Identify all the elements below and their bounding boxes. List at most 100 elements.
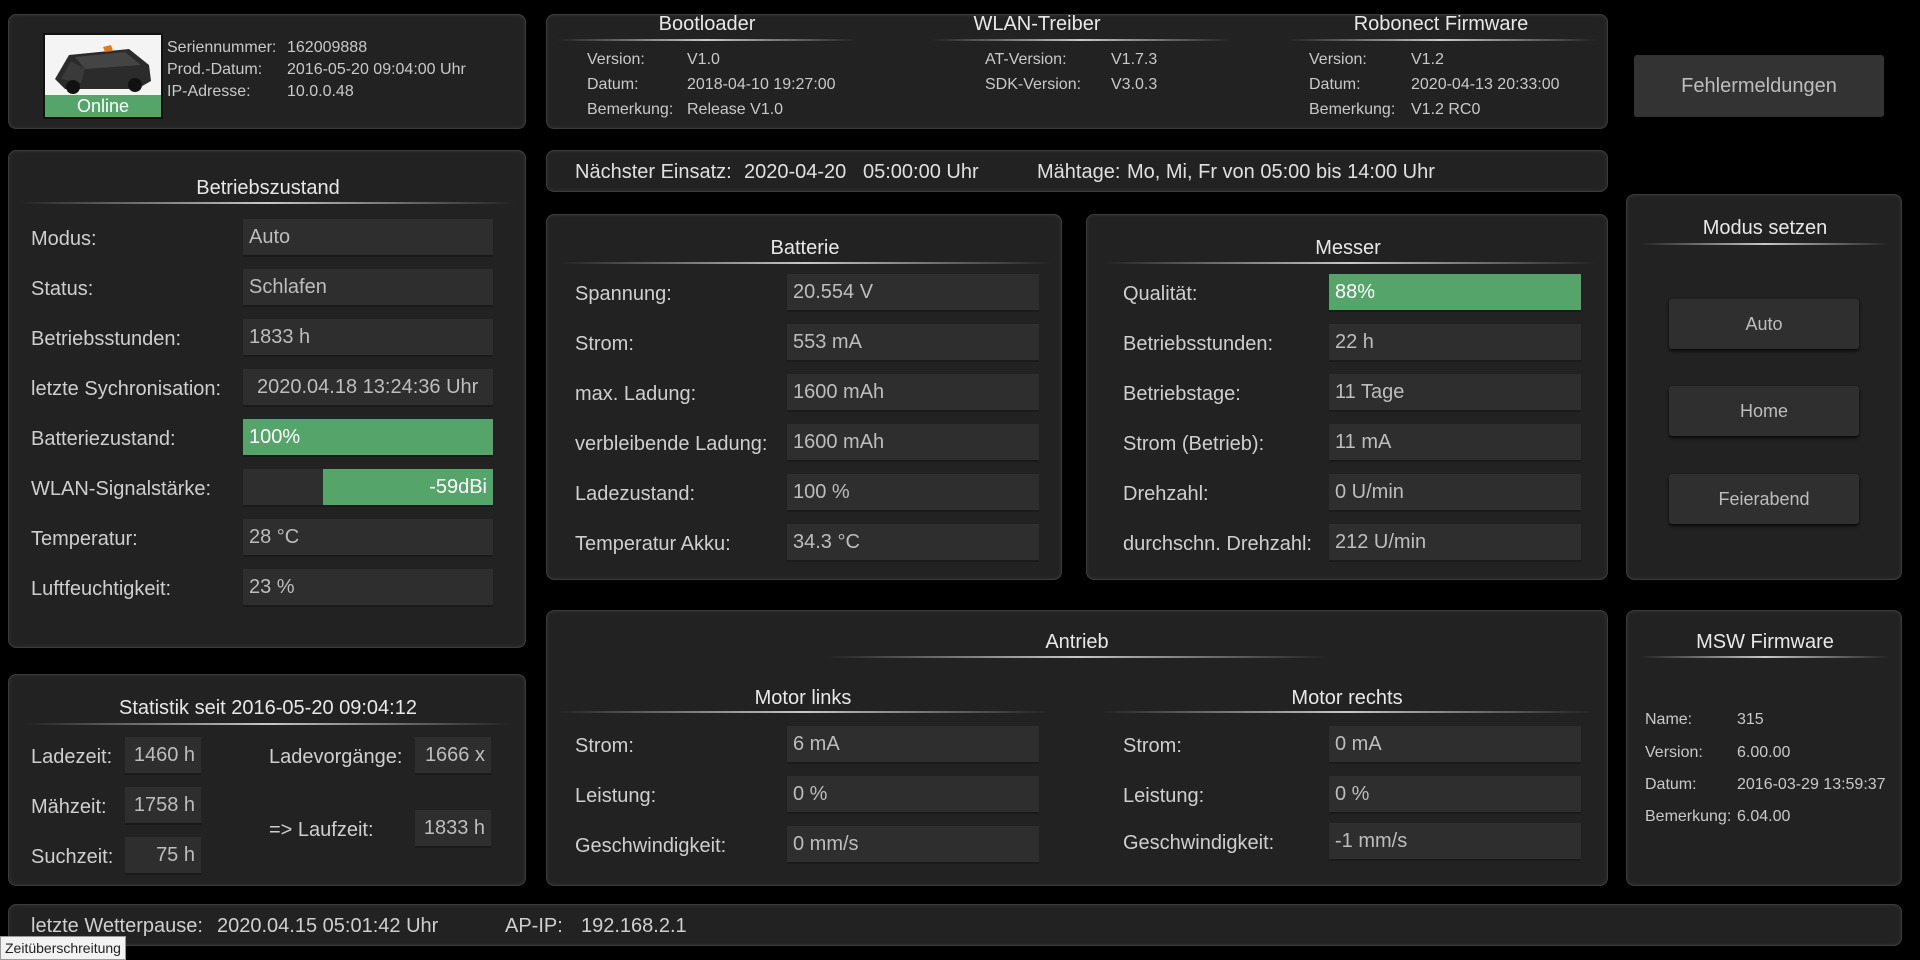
prod-date-value: 2016-05-20 09:04:00 Uhr	[287, 61, 466, 78]
mow-days-value: Mo, Mi, Fr von 05:00 bis 14:00 Uhr	[1127, 161, 1435, 183]
motor-left-underline	[557, 711, 1049, 713]
mow-days-label: Mähtage:	[1037, 161, 1121, 183]
timeout-tag: Zeitüberschreitung	[0, 936, 126, 960]
wlan-driver-title: WLAN-Treiber	[973, 13, 1101, 35]
rn-version-label: Version:	[1309, 51, 1367, 68]
blade-avg-rpm-value: 212 U/min	[1329, 524, 1581, 562]
max-charge-label: max. Ladung:	[575, 383, 697, 405]
battery-state-value: 100%	[249, 426, 301, 448]
battery-temp-label: Temperatur Akku:	[575, 533, 731, 555]
last-sync-value: 2020.04.18 13:24:36 Uhr	[243, 369, 493, 407]
battery-panel: Batterie Spannung: 20.554 V Strom: 553 m…	[546, 214, 1062, 580]
mow-time-value: 1758 h	[125, 787, 201, 825]
firmware-panel: Bootloader Version: V1.0 Datum: 2018-04-…	[546, 13, 1608, 129]
msw-firmware-panel: MSW Firmware Name: 315 Version: 6.00.00 …	[1626, 610, 1902, 886]
remaining-charge-value: 1600 mAh	[787, 424, 1039, 462]
runtime-value: 1833 h	[415, 810, 491, 848]
mode-value: Auto	[243, 219, 493, 257]
bl-date-value: 2018-04-10 19:27:00	[687, 76, 836, 93]
statistics-title: Statistik seit 2016-05-20 09:04:12	[119, 697, 417, 719]
left-speed-label: Geschwindigkeit:	[575, 835, 727, 857]
drive-title: Antrieb	[1045, 631, 1109, 653]
motor-right-underline	[1101, 711, 1593, 713]
robonect-title: Robonect Firmware	[1353, 13, 1529, 35]
right-current-label: Strom:	[1123, 735, 1182, 757]
voltage-label: Spannung:	[575, 283, 672, 305]
bl-date-label: Datum:	[587, 76, 639, 93]
bl-version-value: V1.0	[687, 51, 720, 68]
blade-rpm-value: 0 U/min	[1329, 474, 1581, 512]
blade-current-label: Strom (Betrieb):	[1123, 433, 1265, 455]
operating-state-title: Betriebszustand	[196, 177, 340, 199]
msw-note-value: 6.04.00	[1737, 808, 1791, 825]
mode-label: Modus:	[31, 228, 97, 250]
battery-state-bar: 100%	[243, 419, 493, 457]
bootloader-title: Bootloader	[658, 13, 756, 35]
set-mode-title: Modus setzen	[1702, 217, 1828, 239]
rn-version-value: V1.2	[1411, 51, 1444, 68]
bl-note-value: Release V1.0	[687, 101, 784, 118]
wlan-signal-bar: -59dBi	[243, 469, 493, 507]
left-power-value: 0 %	[787, 776, 1039, 814]
wlan-signal-value: -59dBi	[429, 476, 487, 498]
weather-pause-value: 2020.04.15 05:01:42 Uhr	[217, 915, 439, 937]
rn-note-value: V1.2 RC0	[1411, 101, 1481, 118]
blade-avg-rpm-label: durchschn. Drehzahl:	[1123, 533, 1312, 555]
drive-panel: Antrieb Motor links Motor rechts Strom: …	[546, 610, 1608, 886]
blade-rpm-label: Drehzahl:	[1123, 483, 1209, 505]
msw-version-value: 6.00.00	[1737, 744, 1791, 761]
right-current-value: 0 mA	[1329, 726, 1581, 764]
charge-time-value: 1460 h	[125, 737, 201, 775]
msw-date-label: Datum:	[1645, 776, 1697, 793]
rn-note-label: Bemerkung:	[1309, 101, 1396, 118]
temperature-value: 28 °C	[243, 519, 493, 557]
operating-state-underline	[19, 202, 515, 204]
msw-name-label: Name:	[1645, 711, 1693, 728]
bl-note-label: Bemerkung:	[587, 101, 674, 118]
device-panel: Online Seriennummer: 162009888 Prod.-Dat…	[8, 14, 526, 129]
charge-cycles-label: Ladevorgänge:	[269, 746, 403, 768]
blade-title: Messer	[1315, 237, 1381, 259]
error-messages-button[interactable]: Fehlermeldungen	[1634, 55, 1884, 117]
set-mode-panel: Modus setzen Auto Home Feierabend	[1626, 194, 1902, 580]
mode-auto-button[interactable]: Auto	[1669, 299, 1859, 349]
msw-version-label: Version:	[1645, 744, 1703, 761]
mode-home-button[interactable]: Home	[1669, 386, 1859, 436]
footer-bar: letzte Wetterpause: 2020.04.15 05:01:42 …	[8, 904, 1902, 946]
rn-date-value: 2020-04-13 20:33:00	[1411, 76, 1560, 93]
prod-date-label: Prod.-Datum:	[167, 61, 263, 78]
search-time-label: Suchzeit:	[31, 846, 114, 868]
statistics-underline	[25, 723, 511, 725]
next-run-date: 2020-04-20	[744, 161, 847, 183]
bl-version-label: Version:	[587, 51, 645, 68]
right-power-label: Leistung:	[1123, 785, 1205, 807]
humidity-label: Luftfeuchtigkeit:	[31, 578, 172, 600]
msw-date-value: 2016-03-29 13:59:37	[1737, 776, 1886, 793]
next-run-time: 05:00:00 Uhr	[863, 161, 979, 183]
mower-image: Online	[43, 33, 163, 119]
runtime-label: => Laufzeit:	[269, 819, 374, 841]
current-label: Strom:	[575, 333, 634, 355]
battery-temp-value: 34.3 °C	[787, 524, 1039, 562]
msw-underline	[1641, 656, 1889, 658]
charge-time-label: Ladezeit:	[31, 746, 113, 768]
battery-underline	[559, 262, 1051, 264]
robot-mower-icon	[55, 45, 151, 94]
statistics-panel: Statistik seit 2016-05-20 09:04:12 Ladez…	[8, 674, 526, 886]
mode-end-of-day-button[interactable]: Feierabend	[1669, 474, 1859, 524]
set-mode-underline	[1641, 243, 1889, 245]
msw-name-value: 315	[1737, 711, 1764, 728]
operating-state-panel: Betriebszustand Modus: Auto Status: Schl…	[8, 150, 526, 648]
robonect-underline	[1287, 39, 1597, 41]
schedule-bar: Nächster Einsatz: 2020-04-20 05:00:00 Uh…	[546, 150, 1608, 192]
sdk-version-value: V3.0.3	[1111, 76, 1158, 93]
charge-cycles-value: 1666 x	[415, 737, 491, 775]
humidity-value: 23 %	[243, 569, 493, 607]
mow-time-label: Mähzeit:	[31, 796, 107, 818]
blade-underline	[1105, 262, 1595, 264]
sdk-version-label: SDK-Version:	[985, 76, 1082, 93]
ip-value: 10.0.0.48	[287, 83, 354, 100]
temperature-label: Temperatur:	[31, 528, 138, 550]
motor-right-title: Motor rechts	[1291, 687, 1403, 709]
serial-label: Seriennummer:	[167, 39, 277, 56]
